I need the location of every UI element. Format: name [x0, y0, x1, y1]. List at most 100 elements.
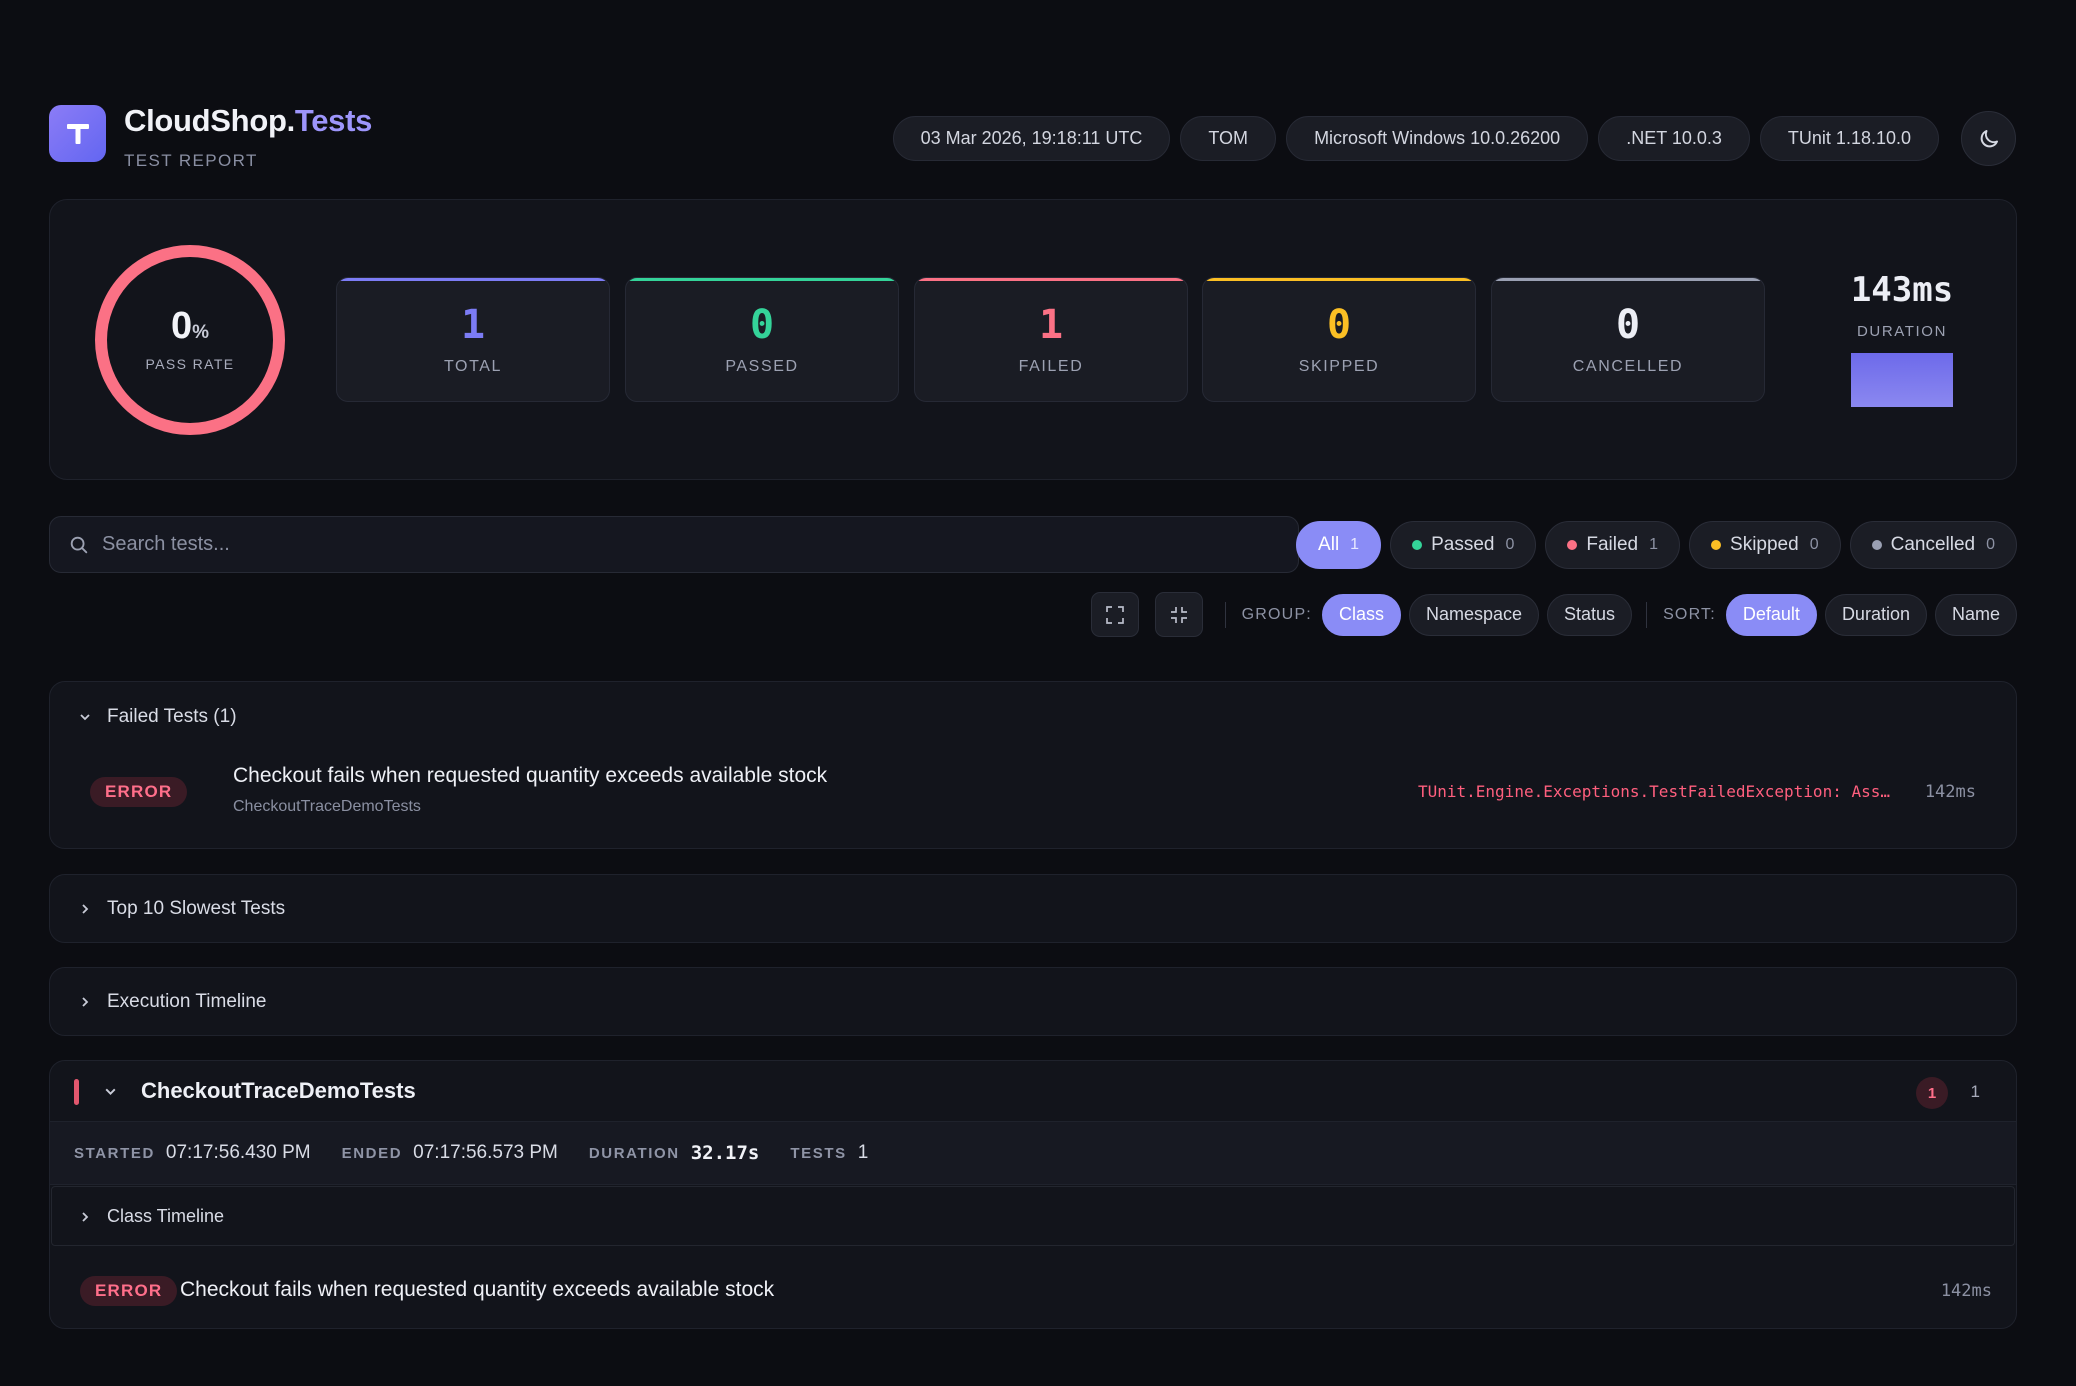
pass-rate-unit: % [192, 322, 210, 343]
chevron-right-icon [82, 997, 89, 1007]
chevron-right-icon [82, 904, 89, 914]
class-status-marker [74, 1079, 79, 1105]
filter-cancelled-label: Cancelled [1890, 534, 1976, 555]
sort-default[interactable]: Default [1725, 593, 1817, 636]
duration-label: DURATION [588, 1144, 680, 1162]
class-timeline-toggle[interactable]: Class Timeline [78, 1206, 224, 1227]
slowest-tests-panel: Top 10 Slowest Tests [49, 874, 2017, 943]
test-row[interactable]: ERROR Checkout fails when requested quan… [50, 1261, 2016, 1321]
filter-skipped[interactable]: Skipped 0 [1689, 521, 1841, 569]
stat-skipped-label: SKIPPED [1298, 358, 1380, 375]
app-logo [49, 105, 106, 162]
group-by-namespace[interactable]: Namespace [1408, 593, 1540, 636]
execution-timeline-toggle[interactable]: Execution Timeline [78, 991, 266, 1013]
started-label: STARTED [74, 1144, 155, 1162]
chevron-down-icon [80, 714, 90, 721]
error-status-badge: ERROR [80, 1276, 178, 1306]
failed-test-class: CheckoutTraceDemoTests [233, 798, 421, 815]
failed-test-row[interactable]: ERROR Checkout fails when requested quan… [90, 760, 1976, 820]
failed-test-duration: 142ms [1924, 782, 1976, 802]
page-title: CloudShop.Tests [124, 103, 372, 139]
class-group-header[interactable]: CheckoutTraceDemoTests 1 1 [50, 1061, 2016, 1121]
moon-icon [1980, 129, 1998, 147]
failed-test-exception: TUnit.Engine.Exceptions.TestFailedExcept… [1417, 782, 1890, 801]
failed-tests-title: Failed Tests (1) [107, 706, 237, 727]
class-failed-count-badge: 1 [1916, 1077, 1948, 1109]
os-pill: Microsoft Windows 10.0.26200 [1286, 116, 1589, 161]
filter-skipped-count: 0 [1809, 536, 1819, 553]
tunit-version-pill: TUnit 1.18.10.0 [1759, 116, 1939, 161]
theme-toggle-button[interactable] [1961, 111, 2016, 166]
class-total-count: 1 [1970, 1082, 1980, 1101]
sort-duration[interactable]: Duration [1824, 593, 1927, 636]
ended-value: 07:17:56.573 PM [413, 1142, 558, 1163]
machine-pill: TOM [1180, 116, 1277, 161]
stat-skipped-value: 0 [1326, 302, 1352, 348]
expand-icon [1105, 605, 1124, 624]
search-input[interactable] [102, 533, 1252, 556]
collapse-icon [1170, 606, 1187, 623]
filter-all-count: 1 [1350, 536, 1360, 553]
duration-value: 143ms [1850, 270, 1954, 310]
tests-value: 1 [857, 1142, 869, 1163]
stat-card-passed: 0 PASSED [625, 277, 899, 402]
sort-name[interactable]: Name [1934, 593, 2017, 636]
duration-value: 32.17s [690, 1142, 760, 1164]
expand-all-button[interactable] [1090, 592, 1139, 637]
collapse-all-button[interactable] [1154, 592, 1203, 637]
stat-card-skipped-accent [1203, 278, 1475, 281]
failed-tests-panel: Failed Tests (1) ERROR Checkout fails wh… [49, 681, 2017, 849]
stat-total-label: TOTAL [443, 358, 503, 375]
execution-timeline-title: Execution Timeline [107, 991, 267, 1012]
filter-failed-count: 1 [1649, 536, 1659, 553]
execution-timeline-panel: Execution Timeline [49, 967, 2017, 1036]
status-filters: All 1 Passed 0 Failed 1 Skipped 0 Cancelled 0 [1296, 521, 2017, 569]
stat-total-value: 1 [460, 302, 486, 348]
report-header: CloudShop.Tests TEST REPORT 03 Mar 2026,… [49, 103, 2016, 183]
stat-card-passed-accent [626, 278, 898, 281]
duration-label: DURATION [1856, 323, 1948, 340]
page-title-main: CloudShop. [124, 103, 295, 138]
filter-cancelled[interactable]: Cancelled 0 [1849, 521, 2017, 569]
timestamp-pill: 03 Mar 2026, 19:18:11 UTC [892, 116, 1171, 161]
summary-panel: 0% PASS RATE 1 TOTAL 0 PASSED 1 FAILED 0… [49, 199, 2017, 480]
group-by-class[interactable]: Class [1321, 593, 1401, 636]
slowest-tests-title: Top 10 Slowest Tests [107, 898, 286, 919]
stat-cancelled-value: 0 [1615, 302, 1641, 348]
toolbar-divider [1646, 601, 1648, 628]
test-duration: 142ms [1940, 1281, 1992, 1301]
runtime-pill: .NET 10.0.3 [1598, 116, 1750, 161]
filter-passed[interactable]: Passed 0 [1390, 521, 1537, 569]
failed-tests-toggle[interactable]: Failed Tests (1) [78, 706, 237, 728]
filter-failed[interactable]: Failed 1 [1545, 521, 1681, 569]
filter-all[interactable]: All 1 [1296, 521, 1382, 569]
group-by-status[interactable]: Status [1547, 593, 1633, 636]
search-icon [70, 536, 88, 553]
stat-card-cancelled: 0 CANCELLED [1491, 277, 1765, 402]
view-toolbar: GROUP: Class Namespace Status SORT: Defa… [1090, 592, 2017, 637]
stat-failed-value: 1 [1038, 302, 1064, 348]
duration-summary: 143ms DURATION [1837, 270, 1967, 407]
stat-card-cancelled-accent [1492, 278, 1764, 281]
slowest-tests-toggle[interactable]: Top 10 Slowest Tests [78, 898, 285, 920]
filter-skipped-label: Skipped [1730, 534, 1799, 555]
sort-label: SORT: [1663, 605, 1716, 623]
stat-passed-value: 0 [749, 302, 775, 348]
ended-label: ENDED [341, 1144, 403, 1162]
stat-failed-label: FAILED [1018, 358, 1084, 375]
stat-cancelled-label: CANCELLED [1572, 358, 1684, 375]
failed-test-name: Checkout fails when requested quantity e… [233, 764, 828, 787]
class-timeline-section: Class Timeline [51, 1186, 2015, 1246]
passed-status-dot [1412, 540, 1423, 550]
failed-status-dot [1567, 540, 1578, 550]
stat-card-failed: 1 FAILED [914, 277, 1188, 402]
filter-passed-label: Passed [1431, 534, 1495, 555]
skipped-status-dot [1711, 540, 1722, 550]
class-group-panel: CheckoutTraceDemoTests 1 1 STARTED 07:17… [49, 1060, 2017, 1329]
pass-rate-value: 0% [92, 305, 288, 348]
page-subtitle: TEST REPORT [124, 151, 258, 170]
cancelled-status-dot [1871, 540, 1882, 550]
filter-cancelled-count: 0 [1986, 536, 1995, 553]
stat-passed-label: PASSED [725, 358, 799, 375]
pass-rate: 0% PASS RATE [92, 242, 288, 438]
